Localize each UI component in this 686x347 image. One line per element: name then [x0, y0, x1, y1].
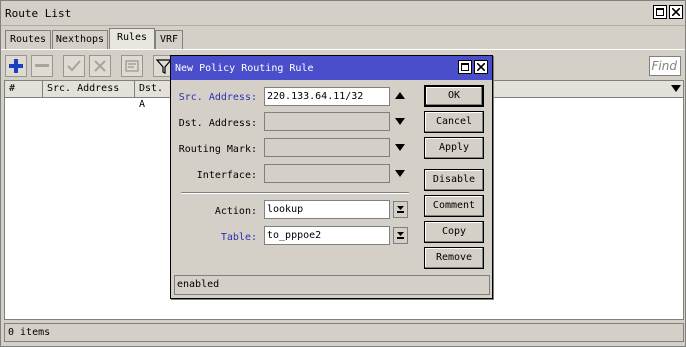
expand-down-icon[interactable] — [395, 170, 405, 178]
table-label: Table: — [220, 232, 257, 243]
column-header-dst-address[interactable]: Dst. A — [135, 81, 175, 110]
table-select[interactable]: to_pppoe2 — [264, 226, 390, 245]
src-address-label: Src. Address: — [178, 92, 257, 103]
section-divider — [181, 192, 409, 194]
dropdown-arrow-icon — [397, 232, 404, 239]
tab-rules[interactable]: Rules — [109, 28, 155, 50]
maximize-icon — [461, 63, 469, 71]
routing-mark-label: Routing Mark: — [178, 144, 257, 155]
dst-address-label: Dst. Address: — [178, 118, 257, 129]
collapse-up-icon[interactable] — [395, 92, 405, 100]
table-dropdown-button[interactable] — [393, 227, 408, 244]
minus-icon — [35, 64, 49, 67]
disable-button[interactable]: Disable — [424, 169, 484, 191]
plus-icon — [9, 59, 23, 73]
dialog-status: enabled — [174, 275, 490, 295]
note-icon — [125, 60, 139, 72]
close-icon — [477, 63, 485, 71]
tab-nexthops[interactable]: Nexthops — [52, 30, 108, 49]
status-bar: 0 items — [4, 323, 684, 342]
comment-button[interactable]: Comment — [424, 195, 484, 217]
ok-button[interactable]: OK — [424, 85, 484, 107]
window-titlebar[interactable]: Route List — [1, 1, 685, 26]
window-title: Route List — [5, 7, 72, 20]
routing-mark-input[interactable] — [264, 138, 390, 157]
x-icon — [94, 60, 106, 72]
maximize-icon — [656, 8, 664, 16]
dialog-title: New Policy Routing Rule — [175, 63, 314, 74]
tab-vrf[interactable]: VRF — [155, 30, 183, 49]
column-header-number[interactable]: # — [5, 81, 43, 97]
dropdown-arrow-icon — [397, 206, 404, 213]
comment-button[interactable] — [121, 55, 143, 77]
close-icon — [672, 8, 680, 16]
dst-address-input[interactable] — [264, 112, 390, 131]
dialog-maximize-button[interactable] — [458, 60, 472, 74]
apply-button[interactable]: Apply — [424, 137, 484, 159]
dialog-close-button[interactable] — [474, 60, 488, 74]
remove-button[interactable] — [31, 55, 53, 77]
interface-label: Interface: — [196, 170, 257, 181]
expand-down-icon[interactable] — [395, 144, 405, 152]
copy-button[interactable]: Copy — [424, 221, 484, 243]
disable-button[interactable] — [89, 55, 111, 77]
add-button[interactable] — [5, 55, 27, 77]
dialog-titlebar[interactable]: New Policy Routing Rule — [171, 56, 492, 80]
check-icon — [67, 60, 81, 72]
action-select[interactable]: lookup — [264, 200, 390, 219]
enable-button[interactable] — [63, 55, 85, 77]
cancel-button[interactable]: Cancel — [424, 111, 484, 133]
expand-down-icon[interactable] — [395, 118, 405, 126]
tab-routes[interactable]: Routes — [5, 30, 51, 49]
maximize-button[interactable] — [653, 5, 667, 19]
column-header-src-address[interactable]: Src. Address — [43, 81, 135, 97]
src-address-input[interactable]: 220.133.64.11/32 — [264, 87, 390, 106]
new-policy-routing-rule-dialog: New Policy Routing Rule Src. Address: 22… — [170, 55, 493, 299]
action-label: Action: — [214, 206, 257, 217]
remove-button[interactable]: Remove — [424, 247, 484, 269]
interface-input[interactable] — [264, 164, 390, 183]
columns-dropdown-icon[interactable] — [671, 85, 681, 93]
close-button[interactable] — [669, 5, 683, 19]
action-dropdown-button[interactable] — [393, 201, 408, 218]
find-input[interactable]: Find — [649, 56, 681, 76]
